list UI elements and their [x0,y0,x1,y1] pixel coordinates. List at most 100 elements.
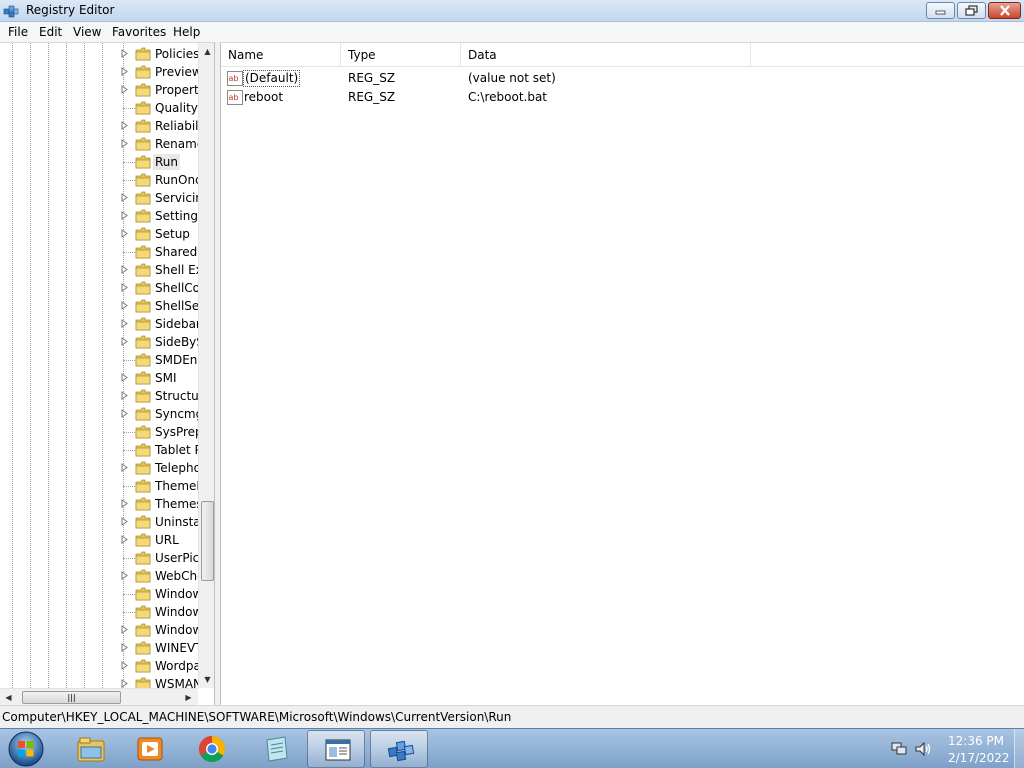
tree-item[interactable]: SysPrep [120,423,200,441]
tree-item[interactable]: ShellSer [120,297,200,315]
expand-arrow-icon[interactable] [121,319,129,328]
tree-item[interactable]: SharedD [120,243,200,261]
tree-item[interactable]: QualityC [120,99,200,117]
tree-item-label: SettingS [155,209,198,223]
expand-arrow-icon[interactable] [121,67,129,76]
tree-item[interactable]: Sidebar [120,315,200,333]
tree-item[interactable]: URL [120,531,200,549]
expand-arrow-icon[interactable] [121,49,129,58]
expand-arrow-icon[interactable] [121,679,129,688]
taskbar-chrome-button[interactable] [182,730,240,768]
registry-tree[interactable]: Policies Preview Property QualityC Reliabili… [0,42,215,705]
scroll-left-arrow-icon[interactable]: ◀ [0,689,17,705]
tree-item[interactable]: Uninstal [120,513,200,531]
tree-item[interactable]: SettingS [120,207,200,225]
taskbar-notepad-button[interactable] [246,730,304,768]
tree-vertical-scrollbar[interactable]: ▲ ▼ [198,43,214,688]
menu-file[interactable]: File [8,25,28,39]
expand-arrow-icon[interactable] [121,211,129,220]
taskbar-regedit-button[interactable] [370,730,428,768]
expand-arrow-icon[interactable] [121,337,129,346]
tree-item[interactable]: Tablet P [120,441,200,459]
value-row[interactable]: ab reboot REG_SZ C:\reboot.bat [221,88,1024,107]
tree-item[interactable]: RunOnc [120,171,200,189]
folder-icon [135,641,151,655]
taskbar-media-player-button[interactable] [120,730,178,768]
tree-horizontal-scroll-thumb[interactable]: ||| [22,691,121,704]
expand-arrow-icon[interactable] [121,661,129,670]
expand-arrow-icon[interactable] [121,139,129,148]
tree-horizontal-scrollbar[interactable]: ◀ ||| ▶ [0,688,198,705]
expand-arrow-icon[interactable] [121,373,129,382]
expand-arrow-icon[interactable] [121,409,129,418]
expand-arrow-icon[interactable] [121,121,129,130]
scroll-right-arrow-icon[interactable]: ▶ [180,689,197,705]
clock-date[interactable]: 2/17/2022 [948,751,1010,765]
expand-arrow-icon[interactable] [121,517,129,526]
expand-arrow-icon[interactable] [121,571,129,580]
folder-icon [135,353,151,367]
restore-button[interactable] [957,2,986,19]
tree-item[interactable]: Structur [120,387,200,405]
column-data-header[interactable]: Data [461,43,751,67]
tree-item[interactable]: Rename [120,135,200,153]
expand-arrow-icon[interactable] [121,463,129,472]
close-button[interactable] [988,2,1021,19]
tree-item[interactable]: Window [120,603,200,621]
column-type-header[interactable]: Type [341,43,461,67]
tree-item[interactable]: Wordpa [120,657,200,675]
expand-arrow-icon[interactable] [121,229,129,238]
expand-arrow-icon[interactable] [121,643,129,652]
tree-item[interactable]: Run [120,153,200,171]
tree-item[interactable]: ShellCo [120,279,200,297]
tree-item[interactable]: Reliabili [120,117,200,135]
taskbar-explorer-button[interactable] [61,730,119,768]
tree-item[interactable]: Servicin [120,189,200,207]
tree-item[interactable]: Window [120,585,200,603]
tree-item[interactable]: SideByS [120,333,200,351]
expand-arrow-icon[interactable] [121,301,129,310]
tree-item[interactable]: SMDEn [120,351,200,369]
tree-item[interactable]: UserPict [120,549,200,567]
value-row[interactable]: ab (Default) REG_SZ (value not set) [221,69,1024,88]
values-list[interactable]: Name Type Data ab (Default) REG_SZ (valu… [220,42,1024,705]
tree-item[interactable]: Syncmg [120,405,200,423]
clock-time[interactable]: 12:36 PM [948,734,1004,748]
expand-arrow-icon[interactable] [121,499,129,508]
network-icon[interactable] [890,741,908,757]
expand-arrow-icon[interactable] [121,535,129,544]
tree-item[interactable]: Property [120,81,200,99]
scroll-down-arrow-icon[interactable]: ▼ [199,671,214,688]
tree-item[interactable]: Setup [120,225,200,243]
folder-icon [135,515,151,529]
expand-arrow-icon[interactable] [121,193,129,202]
tree-item[interactable]: Themes [120,495,200,513]
expand-arrow-icon[interactable] [121,625,129,634]
column-name-header[interactable]: Name [221,43,341,67]
tree-item[interactable]: ThemeN [120,477,200,495]
taskbar-window-button[interactable] [307,730,365,768]
expand-arrow-icon[interactable] [121,85,129,94]
menu-edit[interactable]: Edit [39,25,62,39]
expand-arrow-icon[interactable] [121,391,129,400]
volume-icon[interactable] [914,741,932,757]
tree-item[interactable]: WebChe [120,567,200,585]
tree-item[interactable]: Window [120,621,200,639]
tree-item[interactable]: Telepho [120,459,200,477]
expand-arrow-icon[interactable] [121,283,129,292]
scroll-up-arrow-icon[interactable]: ▲ [199,43,214,60]
show-desktop-button[interactable] [1014,729,1024,768]
expand-arrow-icon[interactable] [121,265,129,274]
tree-vertical-scroll-thumb[interactable] [201,501,214,581]
tree-item[interactable]: SMI [120,369,200,387]
menu-help[interactable]: Help [173,25,200,39]
tree-item[interactable]: Shell Ext [120,261,200,279]
start-orb-icon[interactable] [7,730,45,768]
tree-item[interactable]: Policies [120,45,200,63]
folder-icon [135,497,151,511]
menu-favorites[interactable]: Favorites [112,25,166,39]
menu-view[interactable]: View [73,25,101,39]
tree-item[interactable]: WINEVT [120,639,200,657]
minimize-button[interactable] [926,2,955,19]
tree-item[interactable]: Preview [120,63,200,81]
